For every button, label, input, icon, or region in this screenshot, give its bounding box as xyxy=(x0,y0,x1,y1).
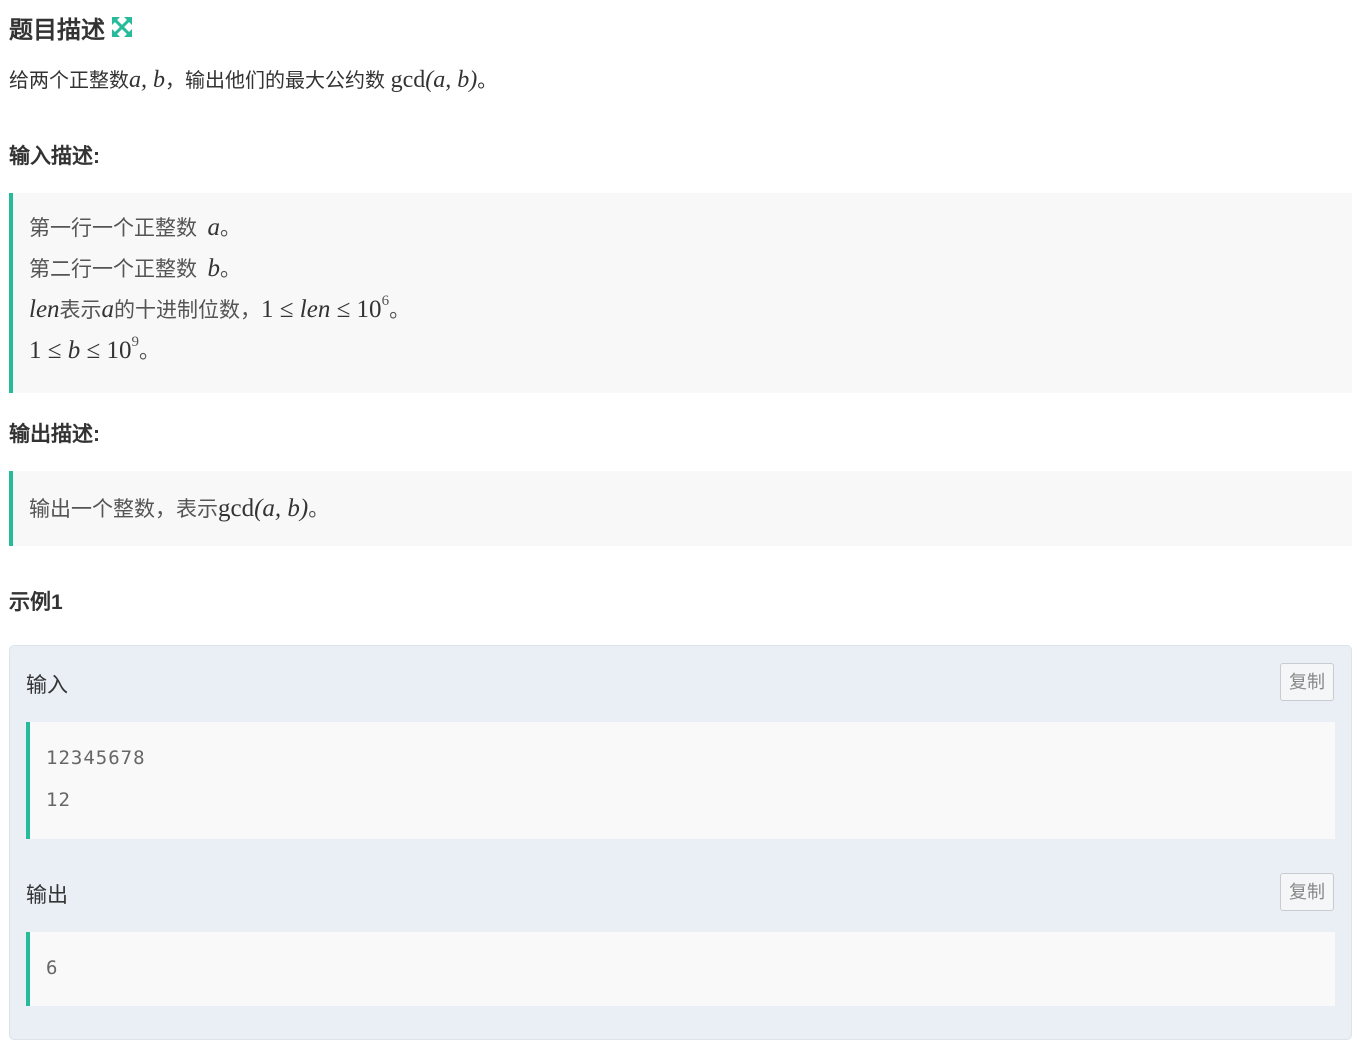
input-code-line-2: 12 xyxy=(46,789,71,811)
input-code-line-1: 12345678 xyxy=(46,747,146,769)
input-line-3-text2: 的十进制位数， xyxy=(114,298,262,322)
output-line-args: (a, b) xyxy=(254,495,309,522)
output-description-box: 输出一个整数，表示gcd(a, b)。 xyxy=(9,471,1352,546)
input-line-1-math: a xyxy=(207,214,221,241)
input-line-3-text: 表示 xyxy=(59,298,102,322)
output-code-line-1: 6 xyxy=(46,957,59,979)
expand-arrows-icon[interactable] xyxy=(111,16,133,38)
example-panel: 输入 复制 12345678 12 输出 复制 6 xyxy=(9,645,1352,1040)
input-line-4-b: b xyxy=(67,337,81,364)
output-line-gcd: gcd xyxy=(218,495,255,522)
copy-output-button[interactable]: 复制 xyxy=(1280,873,1334,911)
example-output-label: 输出 xyxy=(26,884,68,907)
copy-input-button[interactable]: 复制 xyxy=(1280,663,1334,701)
output-line-text: 输出一个整数，表示 xyxy=(29,497,218,521)
example-input-code[interactable]: 12345678 12 xyxy=(26,722,1335,839)
input-line-1-end: 。 xyxy=(220,216,241,240)
desc-gcd: gcd xyxy=(390,67,426,93)
input-line-3-range2: ≤ 10 xyxy=(330,296,382,323)
input-line-2: 第二行一个正整数 b。 xyxy=(29,248,1352,289)
input-description-box: 第一行一个正整数 a。 第二行一个正整数 b。 len表示a的十进制位数，1 ≤… xyxy=(9,193,1352,393)
desc-mid: ，输出他们的最大公约数 xyxy=(165,70,385,92)
desc-vars: a, b xyxy=(129,67,165,93)
input-line-4-end: 。 xyxy=(138,339,160,363)
input-line-3-len2: len xyxy=(299,296,331,323)
example-output-code[interactable]: 6 xyxy=(26,932,1335,1006)
page-title: 题目描述 xyxy=(9,16,105,44)
input-line-3-range: 1 ≤ xyxy=(261,296,300,323)
input-line-3-exponent: 6 xyxy=(381,293,390,309)
output-description-heading: 输出描述: xyxy=(9,423,100,446)
output-line: 输出一个整数，表示gcd(a, b)。 xyxy=(29,488,1352,529)
input-line-2-math: b xyxy=(207,255,221,282)
output-line-end: 。 xyxy=(308,497,330,521)
example-input-label: 输入 xyxy=(26,674,68,697)
input-line-4: 1 ≤ b ≤ 109。 xyxy=(29,330,1352,371)
input-line-3-a: a xyxy=(101,296,115,323)
input-line-1: 第一行一个正整数 a。 xyxy=(29,207,1352,248)
input-line-2-text: 第二行一个正整数 xyxy=(29,257,197,281)
input-line-2-end: 。 xyxy=(220,257,241,281)
desc-suffix: 。 xyxy=(477,70,498,92)
input-line-3-len: len xyxy=(29,296,60,323)
input-description-heading: 输入描述: xyxy=(9,145,100,168)
input-line-4-range: 1 ≤ xyxy=(29,337,68,364)
input-line-3: len表示a的十进制位数，1 ≤ len ≤ 106。 xyxy=(29,289,1352,330)
title-row: 题目描述 xyxy=(9,10,133,44)
problem-description: 给两个正整数a, b，输出他们的最大公约数 gcd(a, b)。 xyxy=(9,64,497,97)
input-line-3-end: 。 xyxy=(389,298,411,322)
desc-prefix: 给两个正整数 xyxy=(9,70,129,92)
desc-args: (a, b) xyxy=(425,67,478,93)
example-heading: 示例1 xyxy=(9,591,63,614)
input-line-4-exponent: 9 xyxy=(131,334,139,350)
input-line-1-text: 第一行一个正整数 xyxy=(29,216,197,240)
input-line-4-range2: ≤ 10 xyxy=(80,337,132,364)
